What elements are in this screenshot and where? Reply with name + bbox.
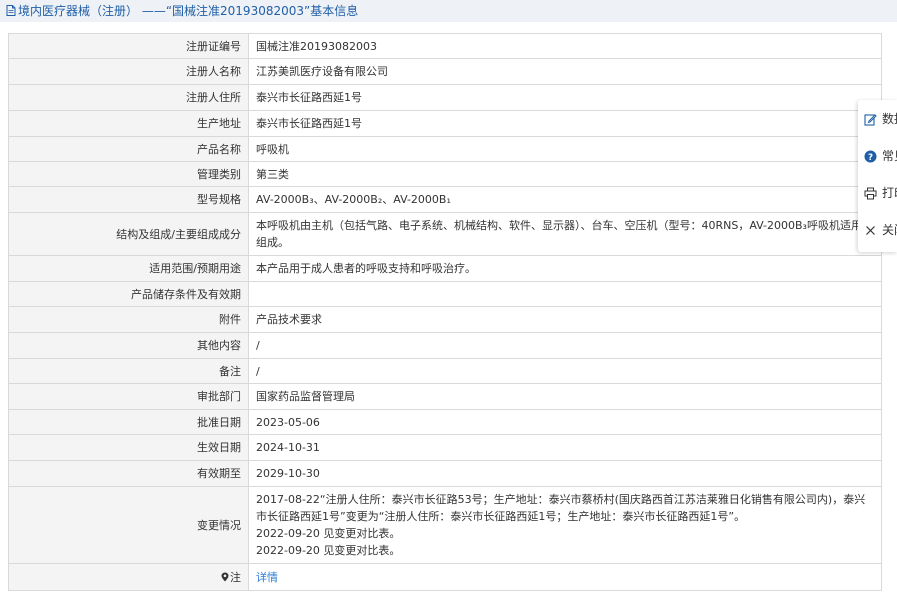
field-label: 型号规格 <box>8 186 249 213</box>
change-history-value: 2017-08-22“注册人住所：泰兴市长征路53号；生产地址：泰兴市蔡桥村(国… <box>248 486 882 564</box>
close-icon <box>866 226 875 235</box>
field-value: 2029-10-30 <box>248 460 882 487</box>
field-label: 批准日期 <box>8 409 249 435</box>
field-label: 有效期至 <box>8 460 249 487</box>
side-item-label: 数据 <box>882 112 897 126</box>
side-item-label: 常见 <box>882 149 897 163</box>
field-label: 备注 <box>8 358 249 384</box>
field-label: 注册人住所 <box>8 84 249 111</box>
field-value: 国械注准20193082003 <box>248 33 882 59</box>
edit-icon <box>864 114 877 126</box>
field-value: 泰兴市长征路西延1号 <box>248 84 882 111</box>
document-icon <box>6 5 16 16</box>
field-label: 生效日期 <box>8 434 249 461</box>
field-label: 生产地址 <box>8 110 249 137</box>
table-row: 审批部门 国家药品监督管理局 <box>8 383 882 410</box>
field-value: 国家药品监督管理局 <box>248 383 882 410</box>
table-row: 适用范围/预期用途 本产品用于成人患者的呼吸支持和呼吸治疗。 <box>8 255 882 282</box>
side-item-label: 关闭 <box>882 223 897 237</box>
field-value: 呼吸机 <box>248 136 882 162</box>
change-entry: 2022-09-20 见变更对比表。 <box>256 544 401 557</box>
field-value: 2023-05-06 <box>248 409 882 435</box>
field-value: 本呼吸机由主机（包括气路、电子系统、机械结构、软件、显示器）、台车、空压机（型号… <box>248 212 882 256</box>
table-row: 产品名称 呼吸机 <box>8 136 882 162</box>
svg-text:?: ? <box>868 153 873 163</box>
field-value: 产品技术要求 <box>248 306 882 333</box>
table-row: 批准日期 2023-05-06 <box>8 409 882 435</box>
side-item-faq[interactable]: ? 常见 <box>858 146 897 166</box>
field-value: 第三类 <box>248 161 882 187</box>
change-entry: 2022-09-20 见变更对比表。 <box>256 527 401 540</box>
note-label-cell: 注 <box>8 563 249 591</box>
field-value: 本产品用于成人患者的呼吸支持和呼吸治疗。 <box>248 255 882 282</box>
field-label: 管理类别 <box>8 161 249 187</box>
table-row: 结构及组成/主要组成成分 本呼吸机由主机（包括气路、电子系统、机械结构、软件、显示… <box>8 212 882 256</box>
details-link[interactable]: 详情 <box>256 571 278 584</box>
field-value: / <box>248 358 882 384</box>
side-tool-panel: 数据 ? 常见 打印 关闭 <box>858 100 897 252</box>
note-label: 注 <box>230 570 241 584</box>
info-table: 注册证编号 国械注准20193082003 注册人名称 江苏美凯医疗设备有限公司 注… <box>8 33 882 591</box>
table-row: 产品储存条件及有效期 <box>8 281 882 307</box>
field-value: 江苏美凯医疗设备有限公司 <box>248 58 882 85</box>
field-label: 产品储存条件及有效期 <box>8 281 249 307</box>
field-label: 附件 <box>8 306 249 333</box>
table-row: 生效日期 2024-10-31 <box>8 434 882 461</box>
table-row: 附件 产品技术要求 <box>8 306 882 333</box>
field-label: 变更情况 <box>8 486 249 564</box>
field-value: / <box>248 332 882 359</box>
table-row: 注册人名称 江苏美凯医疗设备有限公司 <box>8 58 882 85</box>
note-value: 详情 <box>248 563 882 591</box>
help-icon: ? <box>864 150 877 163</box>
side-item-close[interactable]: 关闭 <box>858 220 897 240</box>
table-row: 有效期至 2029-10-30 <box>8 460 882 487</box>
table-row-change-history: 变更情况 2017-08-22“注册人住所：泰兴市长征路53号；生产地址：泰兴市… <box>8 486 882 564</box>
table-row: 注册人住所 泰兴市长征路西延1号 <box>8 84 882 111</box>
field-value: AV-2000B₃、AV-2000B₂、AV-2000B₁ <box>248 186 882 213</box>
table-row: 注册证编号 国械注准20193082003 <box>8 33 882 59</box>
field-label: 审批部门 <box>8 383 249 410</box>
table-row-note: 注 详情 <box>8 563 882 591</box>
side-item-print[interactable]: 打印 <box>858 183 897 203</box>
page-header: 境内医疗器械（注册） ——“国械注准20193082003”基本信息 <box>0 0 897 22</box>
page-title: 境内医疗器械（注册） ——“国械注准20193082003”基本信息 <box>18 4 359 18</box>
change-entry: 2017-08-22“注册人住所：泰兴市长征路53号；生产地址：泰兴市蔡桥村(国… <box>256 493 866 523</box>
field-value: 2024-10-31 <box>248 434 882 461</box>
table-row: 管理类别 第三类 <box>8 161 882 187</box>
side-item-label: 打印 <box>882 186 897 200</box>
print-icon <box>864 187 877 200</box>
field-label: 其他内容 <box>8 332 249 359</box>
field-label: 注册人名称 <box>8 58 249 85</box>
table-row: 生产地址 泰兴市长征路西延1号 <box>8 110 882 137</box>
field-label: 适用范围/预期用途 <box>8 255 249 282</box>
location-pin-icon <box>221 572 229 581</box>
field-label: 产品名称 <box>8 136 249 162</box>
side-item-data[interactable]: 数据 <box>858 109 897 129</box>
field-value: 泰兴市长征路西延1号 <box>248 110 882 137</box>
table-row: 型号规格 AV-2000B₃、AV-2000B₂、AV-2000B₁ <box>8 186 882 213</box>
table-row: 其他内容 / <box>8 332 882 359</box>
field-label: 结构及组成/主要组成成分 <box>8 212 249 256</box>
field-value <box>248 281 882 307</box>
field-label: 注册证编号 <box>8 33 249 59</box>
table-row: 备注 / <box>8 358 882 384</box>
